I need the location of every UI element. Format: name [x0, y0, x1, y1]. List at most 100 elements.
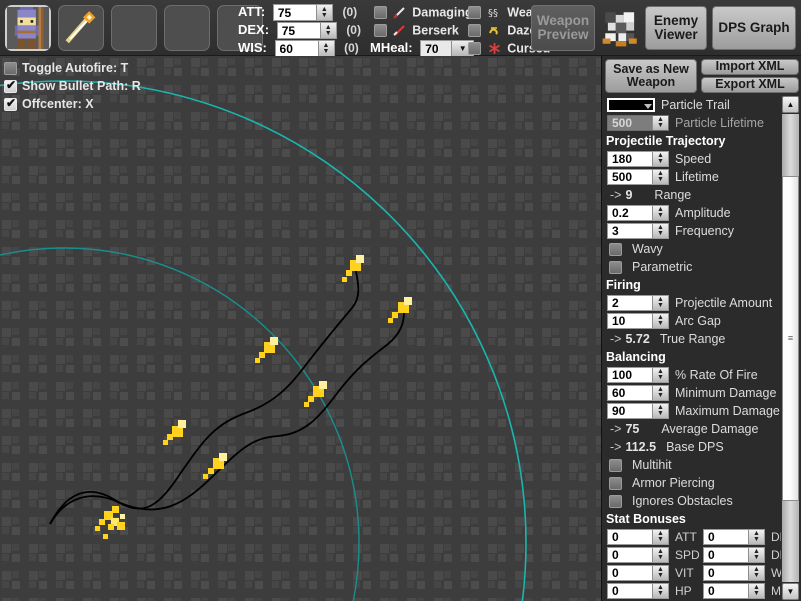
- row-armor-piercing[interactable]: Armor Piercing: [602, 474, 782, 492]
- minimum-damage-input[interactable]: 60 ▲ ▼: [607, 385, 669, 401]
- bonus-mp-input[interactable]: 0 ▲ ▼: [703, 583, 765, 599]
- projectile-amount-input[interactable]: 2 ▲ ▼: [607, 295, 669, 311]
- wavy-checkbox[interactable]: [609, 242, 622, 256]
- bonus-hp-input[interactable]: 0 ▲ ▼: [607, 583, 669, 599]
- effect-cursed-checkbox[interactable]: [468, 42, 481, 56]
- character-slot[interactable]: [5, 5, 51, 51]
- weapon-preview-button[interactable]: Weapon Preview: [531, 5, 595, 51]
- frequency-input[interactable]: 3 ▲ ▼: [607, 223, 669, 239]
- lifetime-input[interactable]: 500 ▲ ▼: [607, 169, 669, 185]
- bonus-vit-cell[interactable]: 0 ▲ ▼ VIT: [607, 565, 703, 581]
- bonus-def-stepper[interactable]: ▲ ▼: [748, 530, 764, 544]
- bonus-att-input[interactable]: 0 ▲ ▼: [607, 529, 669, 545]
- row-projectile-amount[interactable]: 2 ▲ ▼ Projectile Amount: [602, 294, 782, 312]
- bonus-mp-cell[interactable]: 0 ▲ ▼ MP: [703, 583, 782, 599]
- scrollbar-down-button[interactable]: ▼: [782, 583, 799, 600]
- effect-weak-checkbox[interactable]: [468, 6, 481, 20]
- effect-berserk-checkbox[interactable]: [374, 24, 387, 38]
- scrollbar-thumb[interactable]: ≡: [782, 176, 799, 501]
- maximum-damage-input[interactable]: 90 ▲ ▼: [607, 403, 669, 419]
- toggle-autofire-checkbox[interactable]: [4, 62, 17, 76]
- arc-gap-input[interactable]: 10 ▲ ▼: [607, 313, 669, 329]
- amplitude-input[interactable]: 0.2 ▲ ▼: [607, 205, 669, 221]
- effect-berserk-row[interactable]: Berserk: [374, 22, 459, 38]
- bonus-wis-input[interactable]: 0 ▲ ▼: [703, 565, 765, 581]
- row-minimum-damage[interactable]: 60 ▲ ▼ Minimum Damage: [602, 384, 782, 402]
- row-particle-trail[interactable]: Particle Trail: [602, 96, 782, 114]
- weapon-slot-2[interactable]: [111, 5, 157, 51]
- bonus-vit-stepper[interactable]: ▲ ▼: [652, 566, 668, 580]
- bonus-spd-stepper[interactable]: ▲ ▼: [652, 548, 668, 562]
- bonus-vit-input[interactable]: 0 ▲ ▼: [607, 565, 669, 581]
- import-xml-button[interactable]: Import XML: [701, 59, 799, 75]
- minimum-damage-stepper[interactable]: ▲ ▼: [652, 386, 668, 400]
- rate-of-fire-input[interactable]: 100 ▲ ▼: [607, 367, 669, 383]
- show-bullet-path-row[interactable]: Show Bullet Path: R: [4, 78, 141, 94]
- bonus-hp-stepper[interactable]: ▲ ▼: [652, 584, 668, 598]
- armor-piercing-checkbox[interactable]: [609, 476, 622, 490]
- frequency-stepper[interactable]: ▲ ▼: [652, 224, 668, 238]
- offcenter-checkbox[interactable]: [4, 96, 17, 112]
- properties-scrollbar[interactable]: ▲ ≡ ▼: [781, 96, 800, 601]
- enemy-viewer-button[interactable]: Enemy Viewer: [645, 6, 707, 50]
- bonus-hp-cell[interactable]: 0 ▲ ▼ HP: [607, 583, 703, 599]
- bonus-dex-cell[interactable]: 0 ▲ ▼ DEX: [703, 547, 782, 563]
- bonus-att-stepper[interactable]: ▲ ▼: [652, 530, 668, 544]
- stat-dex-input[interactable]: 75 ▲ ▼: [276, 22, 337, 40]
- ignores-obstacles-checkbox[interactable]: [609, 494, 622, 508]
- bonus-wis-cell[interactable]: 0 ▲ ▼ WIS: [703, 565, 782, 581]
- row-parametric[interactable]: Parametric: [602, 258, 782, 276]
- toggle-autofire-row[interactable]: Toggle Autofire: T: [4, 61, 128, 76]
- weapon-preview-canvas[interactable]: Toggle Autofire: T Show Bullet Path: R O…: [0, 56, 601, 601]
- bonus-def-input[interactable]: 0 ▲ ▼: [703, 529, 765, 545]
- bonus-spd-cell[interactable]: 0 ▲ ▼ SPD: [607, 547, 703, 563]
- row-amplitude[interactable]: 0.2 ▲ ▼ Amplitude: [602, 204, 782, 222]
- effect-damaging-row[interactable]: Damaging: [374, 4, 473, 20]
- bonus-dex-input[interactable]: 0 ▲ ▼: [703, 547, 765, 563]
- effect-damaging-checkbox[interactable]: [374, 6, 387, 20]
- weapon-slot-3[interactable]: [164, 5, 210, 51]
- bonus-mp-stepper[interactable]: ▲ ▼: [748, 584, 764, 598]
- show-bullet-path-checkbox[interactable]: [4, 78, 17, 94]
- bonus-att-cell[interactable]: 0 ▲ ▼ ATT: [607, 529, 703, 545]
- row-wavy[interactable]: Wavy: [602, 240, 782, 258]
- arc-gap-stepper[interactable]: ▲ ▼: [652, 314, 668, 328]
- row-arc-gap[interactable]: 10 ▲ ▼ Arc Gap: [602, 312, 782, 330]
- weapon-slot-1[interactable]: [58, 5, 104, 51]
- rate-of-fire-stepper[interactable]: ▲ ▼: [652, 368, 668, 382]
- lifetime-stepper[interactable]: ▲ ▼: [652, 170, 668, 184]
- stat-wis-stepper[interactable]: ▲ ▼: [317, 41, 334, 57]
- bonus-wis-stepper[interactable]: ▲ ▼: [748, 566, 764, 580]
- row-multihit[interactable]: Multihit: [602, 456, 782, 474]
- projectile-amount-stepper[interactable]: ▲ ▼: [652, 296, 668, 310]
- scrollbar-up-button[interactable]: ▲: [782, 96, 799, 113]
- stat-dex-stepper[interactable]: ▲ ▼: [319, 23, 336, 39]
- bonus-def-cell[interactable]: 0 ▲ ▼ DEF: [703, 529, 782, 545]
- dps-graph-button[interactable]: DPS Graph: [712, 6, 796, 50]
- multihit-checkbox[interactable]: [609, 458, 622, 472]
- row-rate-of-fire[interactable]: 100 ▲ ▼ % Rate Of Fire: [602, 366, 782, 384]
- row-maximum-damage[interactable]: 90 ▲ ▼ Maximum Damage: [602, 402, 782, 420]
- parametric-checkbox[interactable]: [609, 260, 622, 274]
- maximum-damage-stepper[interactable]: ▲ ▼: [652, 404, 668, 418]
- particle-trail-swatch[interactable]: [607, 98, 655, 112]
- save-as-new-weapon-button[interactable]: Save as New Weapon: [605, 59, 697, 93]
- offcenter-row[interactable]: Offcenter: X: [4, 96, 94, 112]
- export-xml-button[interactable]: Export XML: [701, 77, 799, 93]
- effect-weak-row[interactable]: §§ Weak: [468, 4, 540, 20]
- speed-input[interactable]: 180 ▲ ▼: [607, 151, 669, 167]
- bonus-dex-stepper[interactable]: ▲ ▼: [748, 548, 764, 562]
- stat-att-input[interactable]: 75 ▲ ▼: [272, 4, 333, 22]
- mheal-select[interactable]: 70 ▼: [420, 40, 475, 58]
- speed-stepper[interactable]: ▲ ▼: [652, 152, 668, 166]
- bonus-spd-input[interactable]: 0 ▲ ▼: [607, 547, 669, 563]
- enemy-sprite-preview[interactable]: [600, 6, 642, 50]
- amplitude-stepper[interactable]: ▲ ▼: [652, 206, 668, 220]
- stat-wis-input[interactable]: 60 ▲ ▼: [274, 40, 335, 58]
- row-speed[interactable]: 180 ▲ ▼ Speed: [602, 150, 782, 168]
- row-frequency[interactable]: 3 ▲ ▼ Frequency: [602, 222, 782, 240]
- stat-att-stepper[interactable]: ▲ ▼: [315, 5, 332, 21]
- row-ignores-obstacles[interactable]: Ignores Obstacles: [602, 492, 782, 510]
- effect-dazed-checkbox[interactable]: [468, 24, 481, 38]
- row-lifetime[interactable]: 500 ▲ ▼ Lifetime: [602, 168, 782, 186]
